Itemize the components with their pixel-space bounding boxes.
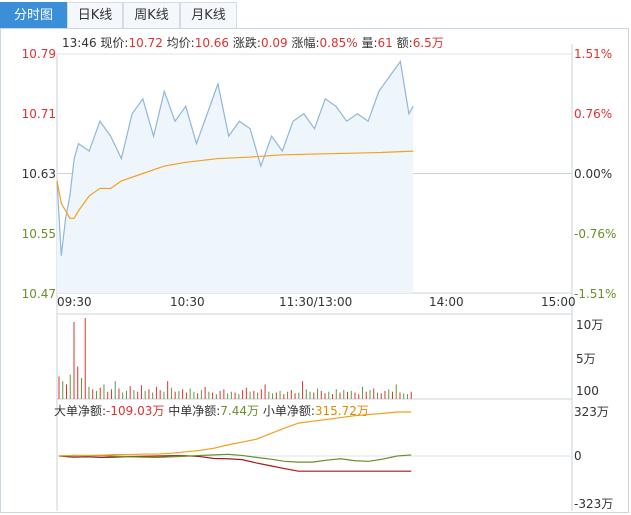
price-tick: 10.71 <box>21 107 56 121</box>
volume-tick: 10万 <box>576 318 604 332</box>
price-tick: 10.63 <box>21 167 56 181</box>
flow-tick: 0 <box>574 449 582 463</box>
pct-tick: 0.76% <box>574 107 613 121</box>
volume-bars <box>58 318 412 399</box>
volume-tick: 100 <box>576 384 599 398</box>
pct-tick: -0.76% <box>574 227 617 241</box>
time-tick: 15:00 <box>541 295 576 309</box>
time-tick: 09:30 <box>57 295 92 309</box>
price-tick: 10.79 <box>21 47 56 61</box>
small-order-value: 315.72万 <box>314 404 369 418</box>
pct-tick: -1.51% <box>574 287 617 301</box>
large-order-label: 大单净额: <box>54 404 107 418</box>
time-tick: 11:30/13:00 <box>279 295 353 309</box>
time-tick: 10:30 <box>170 295 205 309</box>
pct-tick: 1.51% <box>574 47 613 61</box>
chart-canvas <box>56 44 573 511</box>
price-tick: 10.55 <box>21 227 56 241</box>
small-order-label: 小单净额: <box>262 404 315 418</box>
pct-tick: 0.00% <box>574 167 613 181</box>
price-area-fill <box>57 61 414 293</box>
large-order-value: -109.03万 <box>106 404 165 418</box>
money-flow-lines <box>58 411 412 472</box>
medium-order-value: 7.44万 <box>220 404 259 418</box>
medium-order-line <box>58 453 412 463</box>
volume-tick: 5万 <box>576 352 596 366</box>
flow-tick: 323万 <box>574 405 609 419</box>
price-tick: 10.47 <box>21 287 56 301</box>
money-flow-legend: 大单净额:-109.03万 中单净额:7.44万 小单净额:315.72万 <box>54 402 369 419</box>
large-order-line <box>58 455 412 472</box>
price-area <box>56 59 414 293</box>
medium-order-label: 中单净额: <box>168 404 221 418</box>
flow-tick: -323万 <box>574 497 614 511</box>
time-tick: 14:00 <box>429 295 464 309</box>
